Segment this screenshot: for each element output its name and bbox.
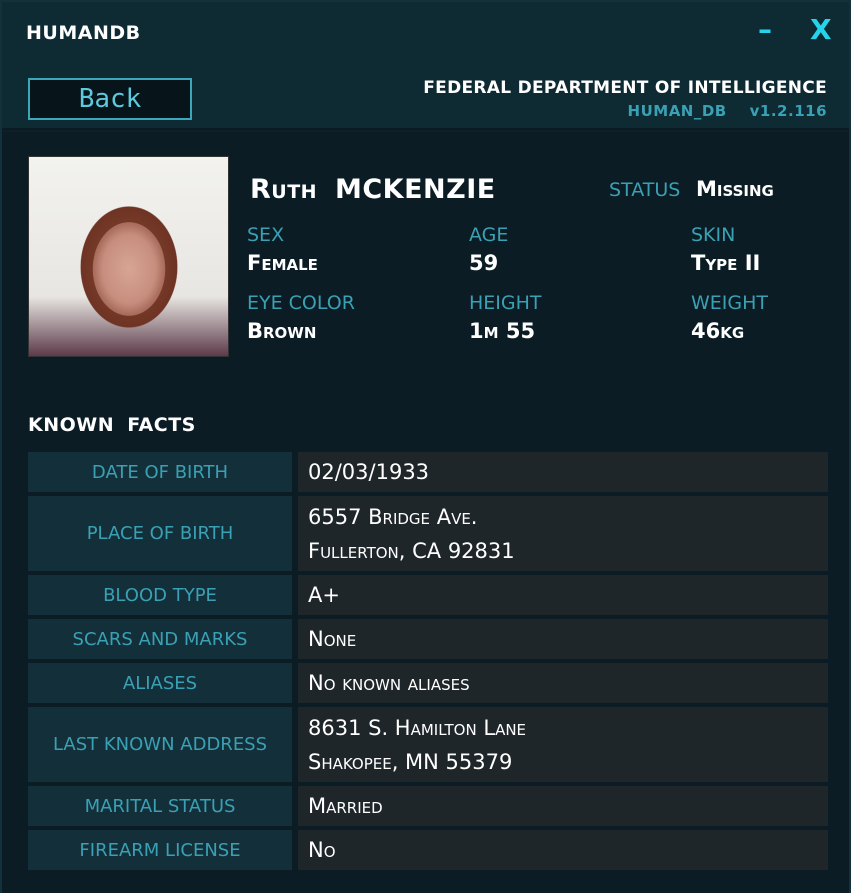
fact-value-line: No (308, 838, 336, 862)
profile-photo (28, 156, 229, 357)
eye-color-label: EYE COLOR (247, 292, 355, 314)
fact-value: None (298, 619, 828, 659)
fact-value-line: No known aliases (308, 671, 470, 695)
known-facts-title: KNOWN FACTS (28, 414, 196, 436)
eye-color-value: Brown (247, 319, 317, 343)
age-value: 59 (469, 251, 499, 275)
first-name: Ruth (250, 174, 318, 205)
fact-value: Married (298, 786, 828, 826)
last-name: MCKENZIE (335, 174, 496, 205)
app-window: HUMANDB – X Back FEDERAL DEPARTMENT OF I… (0, 0, 851, 893)
weight-value: 46kg (691, 319, 745, 343)
fact-value-line: None (308, 627, 357, 651)
back-button[interactable]: Back (28, 78, 192, 120)
weight-label: WEIGHT (691, 292, 769, 314)
fact-value: 6557 Bridge Ave. Fullerton, CA 92831 (298, 496, 828, 571)
fact-label: PLACE OF BIRTH (28, 496, 292, 571)
app-title: HUMANDB (26, 22, 141, 44)
header-bar: Back FEDERAL DEPARTMENT OF INTELLIGENCE … (2, 64, 849, 130)
fact-label: ALIASES (28, 663, 292, 703)
fact-value-line: A+ (308, 583, 340, 607)
fact-label: LAST KNOWN ADDRESS (28, 707, 292, 782)
db-name: HUMAN_DB (627, 102, 727, 120)
fact-row: FIREARM LICENSE No (28, 830, 828, 870)
skin-value: Type II (691, 251, 761, 275)
sex-value: Female (247, 251, 318, 275)
fact-label: SCARS AND MARKS (28, 619, 292, 659)
fact-value-line: Married (308, 794, 383, 818)
fact-row: SCARS AND MARKS None (28, 619, 828, 659)
fact-value: No (298, 830, 828, 870)
db-version-line: HUMAN_DB v1.2.116 (628, 102, 827, 120)
fact-value: 8631 S. Hamilton Lane Shakopee, MN 55379 (298, 707, 828, 782)
fact-label: DATE OF BIRTH (28, 452, 292, 492)
fact-value-line: 6557 Bridge Ave. (308, 504, 478, 529)
minimize-button[interactable]: – (758, 14, 772, 46)
agency-name: FEDERAL DEPARTMENT OF INTELLIGENCE (423, 78, 827, 98)
fact-label: FIREARM LICENSE (28, 830, 292, 870)
fact-row: BLOOD TYPE A+ (28, 575, 828, 615)
age-label: AGE (469, 224, 509, 246)
person-name: Ruth MCKENZIE (250, 174, 496, 205)
db-version: v1.2.116 (749, 102, 827, 120)
profile-panel: Ruth MCKENZIE STATUS Missing SEX Female … (2, 132, 849, 893)
title-bar: HUMANDB – X (2, 2, 849, 64)
close-button[interactable]: X (810, 14, 832, 46)
fact-label: MARITAL STATUS (28, 786, 292, 826)
height-label: HEIGHT (469, 292, 542, 314)
fact-value: 02/03/1933 (298, 452, 828, 492)
fact-value-line: 02/03/1933 (308, 460, 430, 484)
fact-label: BLOOD TYPE (28, 575, 292, 615)
status-value: Missing (696, 177, 774, 201)
sex-label: SEX (247, 224, 285, 246)
fact-row: DATE OF BIRTH 02/03/1933 (28, 452, 828, 492)
fact-row: MARITAL STATUS Married (28, 786, 828, 826)
fact-value-line: Shakopee, MN 55379 (308, 749, 513, 774)
fact-value: No known aliases (298, 663, 828, 703)
status-label: STATUS (609, 179, 681, 201)
fact-value-line: 8631 S. Hamilton Lane (308, 715, 527, 740)
fact-row: LAST KNOWN ADDRESS 8631 S. Hamilton Lane S… (28, 707, 828, 782)
fact-row: PLACE OF BIRTH 6557 Bridge Ave. Fullerton,… (28, 496, 828, 571)
height-value: 1m 55 (469, 319, 536, 343)
fact-value: A+ (298, 575, 828, 615)
skin-label: SKIN (691, 224, 736, 246)
fact-row: ALIASES No known aliases (28, 663, 828, 703)
fact-value-line: Fullerton, CA 92831 (308, 538, 515, 563)
